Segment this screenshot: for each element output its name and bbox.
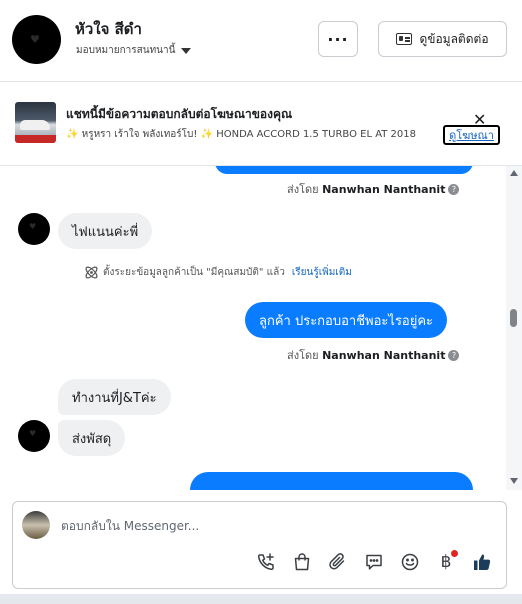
message-bubble-outgoing-clipped[interactable]: [215, 166, 473, 174]
ad-banner-subtitle: ✨ หรูหรา เร้าใจ พลังเทอร์โบ! ✨ HONDA ACC…: [66, 129, 417, 140]
message-bubble-incoming[interactable]: ทำงานที่J&Tค่ะ: [58, 379, 171, 415]
system-note: ตั้งระยะข้อมูลลูกค้าเป็น "มีคุณสมบัติ" แ…: [83, 264, 352, 281]
composer-toolbar: ฿: [254, 550, 494, 574]
heart-icon: ♥: [29, 222, 37, 231]
heart-icon: ♥: [29, 429, 37, 438]
shopping-bag-icon[interactable]: [290, 550, 314, 574]
messenger-conversation-panel: ♥ หัวใจ สีดำ มอบหมายการสนทนานี้ ··· ดูข้…: [0, 0, 522, 604]
help-icon[interactable]: ?: [448, 184, 460, 195]
baht-payment-icon[interactable]: ฿: [434, 550, 458, 574]
id-card-icon: [396, 33, 413, 45]
window-bottom-edge: [0, 594, 522, 604]
help-icon[interactable]: ?: [448, 350, 460, 361]
thread-scrollbar[interactable]: [506, 166, 522, 490]
call-add-icon[interactable]: [254, 550, 278, 574]
ad-thumbnail[interactable]: [15, 102, 56, 143]
message-composer: ฿: [12, 501, 507, 589]
assign-label: มอบหมายการสนทนานี้: [76, 45, 176, 56]
learn-more-link[interactable]: เรียนรู้เพิ่มเติม: [292, 265, 352, 280]
contact-avatar[interactable]: ♥: [12, 15, 61, 64]
paperclip-icon[interactable]: [326, 550, 350, 574]
ad-banner-title: แชทนี้มีข้อความตอบกลับต่อโฆษณาของคุณ: [66, 107, 293, 121]
more-options-button[interactable]: ···: [318, 21, 358, 57]
ad-reply-banner: แชทนี้มีข้อความตอบกลับต่อโฆษณาของคุณ ✨ ห…: [0, 83, 522, 166]
message-bubble-outgoing[interactable]: ลูกค้า ประกอบอาชีพอะไรอยู่คะ: [245, 302, 448, 338]
system-note-text: ตั้งระยะข้อมูลลูกค้าเป็น "มีคุณสมบัติ" แ…: [103, 267, 285, 278]
thumbs-up-icon[interactable]: [470, 550, 494, 574]
composer-area: ฿: [0, 490, 522, 604]
conversation-header: ♥ หัวใจ สีดำ มอบหมายการสนทนานี้ ··· ดูข้…: [0, 0, 522, 82]
car-image: [20, 120, 50, 130]
message-bubble-outgoing-clipped[interactable]: [190, 472, 473, 490]
assign-conversation-dropdown[interactable]: มอบหมายการสนทนานี้: [76, 43, 192, 58]
message-input[interactable]: [61, 517, 481, 535]
message-bubble-incoming[interactable]: ไฟแนนค่ะพี่: [58, 213, 153, 249]
thumbnail-banner: [15, 135, 56, 143]
scrollbar-thumb[interactable]: [510, 309, 517, 327]
sent-by-prefix: ส่งโดย: [287, 183, 319, 196]
view-contact-info-label: ดูข้อมูลติดต่อ: [419, 31, 489, 46]
agent-name: Nanwhan Nanthanit: [322, 183, 446, 196]
contact-avatar-small[interactable]: ♥: [18, 420, 50, 452]
view-ad-link[interactable]: ดูโฆษณา: [443, 125, 500, 145]
heart-icon: ♥: [30, 33, 40, 46]
sent-by-label: ส่งโดย Nanwhan Nanthanit?: [287, 180, 460, 198]
contact-name[interactable]: หัวใจ สีดำ: [75, 17, 142, 41]
scroll-down-arrow-icon[interactable]: [510, 478, 518, 484]
atom-icon: [85, 266, 98, 279]
message-bubble-incoming[interactable]: ส่งพัสดุ: [58, 420, 126, 456]
message-thread[interactable]: ส่งโดย Nanwhan Nanthanit? ♥ ไฟแนนค่ะพี่ …: [0, 166, 506, 490]
baht-symbol: ฿: [440, 552, 452, 572]
sent-by-label: ส่งโดย Nanwhan Nanthanit?: [287, 346, 460, 364]
scroll-up-arrow-icon[interactable]: [510, 170, 518, 176]
view-contact-info-button[interactable]: ดูข้อมูลติดต่อ: [378, 21, 507, 57]
caret-down-icon: [181, 47, 192, 54]
sent-by-prefix: ส่งโดย: [287, 349, 319, 362]
emoji-icon[interactable]: [398, 550, 422, 574]
contact-avatar-small[interactable]: ♥: [18, 213, 50, 245]
chat-bubble-icon[interactable]: [362, 550, 386, 574]
page-avatar: [22, 511, 50, 539]
agent-name: Nanwhan Nanthanit: [322, 349, 446, 362]
notification-dot: [451, 550, 458, 557]
